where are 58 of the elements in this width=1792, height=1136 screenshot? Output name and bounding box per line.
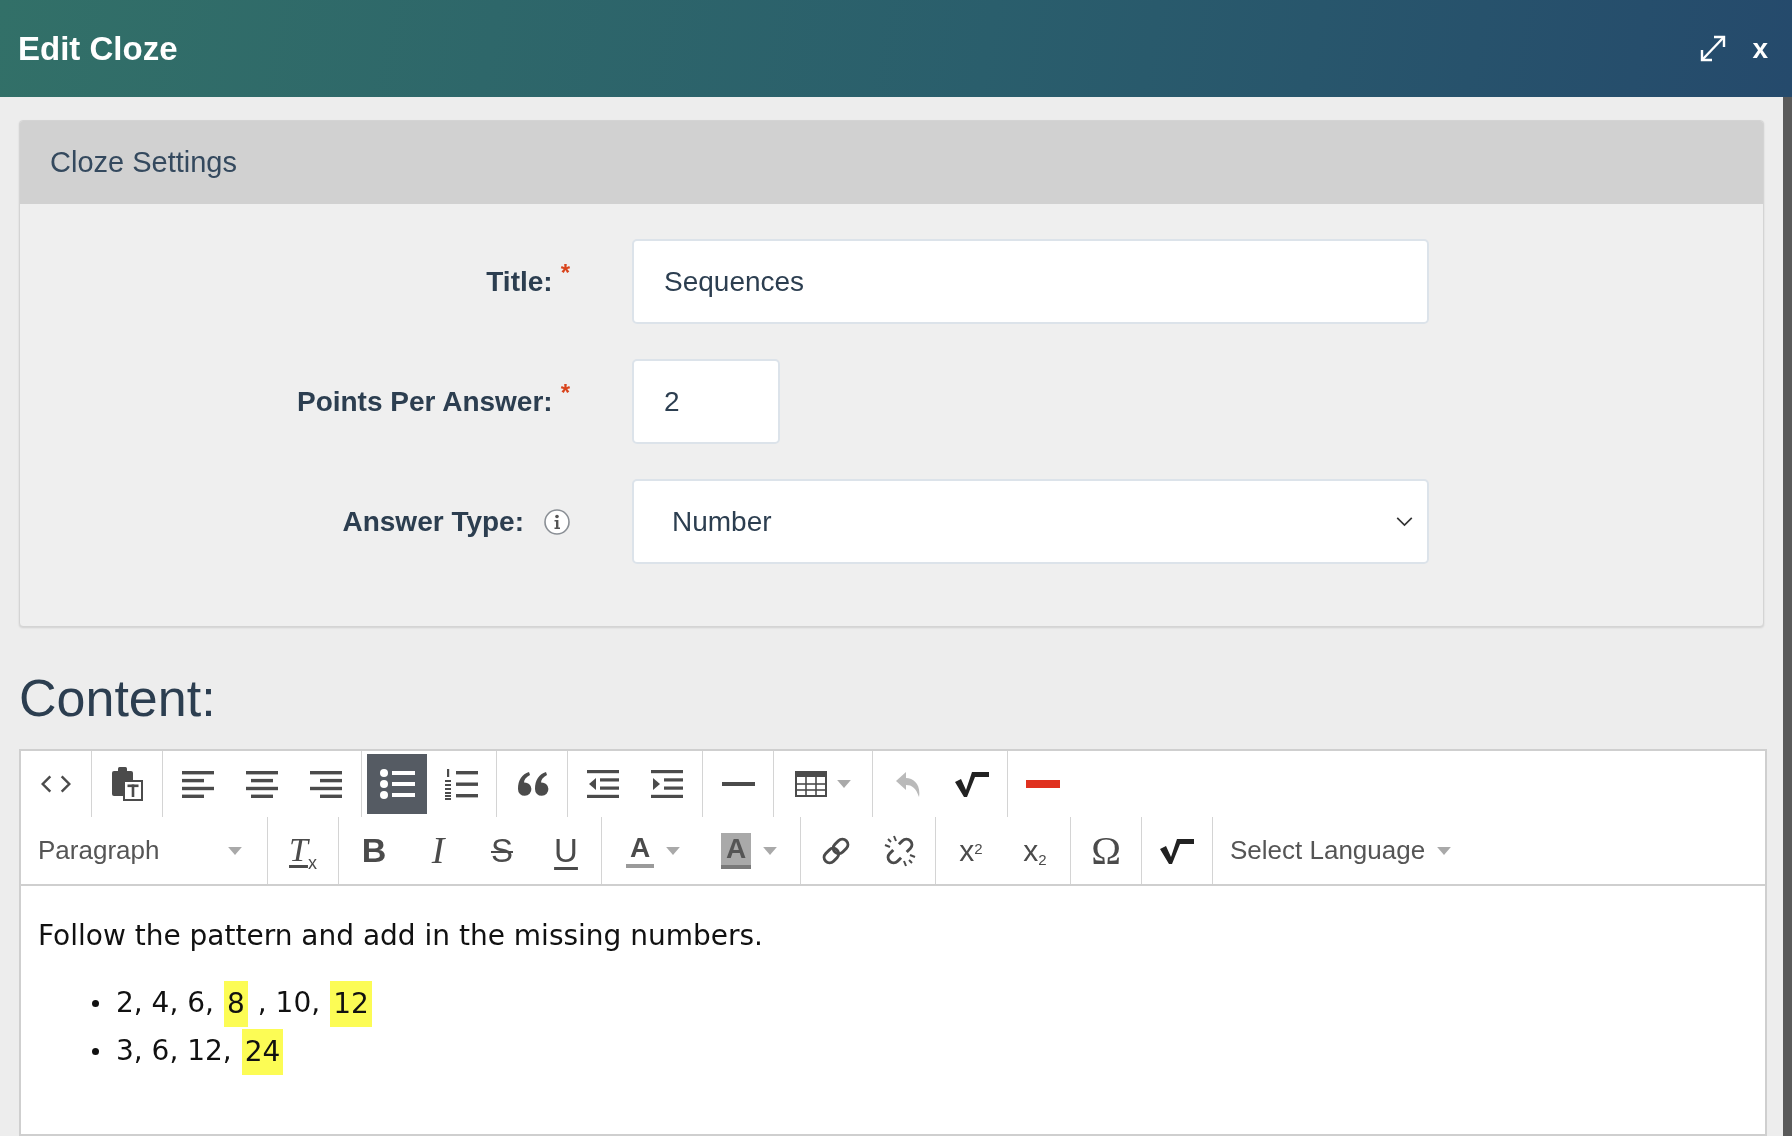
strikethrough-button[interactable]: S — [472, 820, 532, 881]
bullet-icon — [92, 1000, 99, 1008]
bullet-icon — [92, 1048, 99, 1056]
subscript-button[interactable]: x$_{2}$ — [1005, 820, 1065, 881]
caret-icon — [666, 846, 681, 855]
undo-icon — [895, 771, 921, 798]
info-icon[interactable] — [544, 508, 570, 535]
align-right-icon — [310, 770, 342, 798]
number-input[interactable]: 2 — [632, 359, 780, 444]
unlink-icon — [884, 834, 916, 867]
superscript-button[interactable]: x$^{2}$ — [941, 820, 1001, 881]
minus-icon — [1026, 780, 1060, 789]
panel-title: Cloze Settings — [50, 145, 237, 180]
sequence-text: 2, 4, 6, — [116, 985, 214, 1022]
required-mark: * — [560, 380, 570, 405]
align-left-icon — [182, 770, 214, 798]
dialog-title: Edit Cloze — [18, 28, 178, 69]
italic-button[interactable]: I — [408, 820, 468, 881]
expand-icon[interactable] — [1700, 35, 1727, 62]
required-mark: * — [560, 260, 570, 285]
clear-formatting-button[interactable]: T$_{x}$ — [273, 820, 333, 881]
close-button[interactable]: x — [1750, 34, 1770, 63]
answer-blank: 8 — [223, 980, 248, 1027]
paragraph-format-dropdown[interactable]: Paragraph — [24, 820, 264, 881]
numbered-list-icon — [444, 768, 478, 800]
answer-blank: 24 — [241, 1028, 284, 1075]
square-root-icon — [955, 771, 989, 798]
field-label: Points Per Answer: — [296, 384, 553, 419]
answer-blank: 12 — [330, 980, 372, 1027]
underline-button[interactable]: U — [536, 820, 596, 881]
align-center-icon — [246, 770, 278, 798]
caret-icon — [228, 846, 242, 855]
field-label: Title: — [486, 264, 553, 299]
instruction-text: Follow the pattern and add in the missing numbers. — [38, 918, 765, 955]
caret-icon — [1437, 846, 1452, 855]
clipboard-icon — [111, 767, 143, 802]
dropdown[interactable]: Number — [632, 479, 1429, 564]
language-dropdown[interactable]: Select Language — [1216, 820, 1474, 881]
bold-button[interactable]: B — [344, 820, 404, 881]
text-input[interactable]: Sequences — [632, 239, 1429, 324]
sequence-text: 3, 6, 12, — [116, 1033, 232, 1070]
code-icon — [41, 775, 71, 794]
field-label: Answer Type: — [342, 504, 524, 539]
special-character-button[interactable]: Ω — [1076, 820, 1136, 881]
bulleted-list-button[interactable] — [367, 754, 427, 815]
outdent-icon — [587, 770, 619, 799]
caret-icon — [763, 846, 778, 855]
table-icon — [795, 771, 827, 798]
chevron-down-icon — [1396, 516, 1413, 527]
square-root-icon — [1160, 837, 1194, 864]
sequence-text: , 10, — [257, 985, 321, 1022]
quote-icon — [515, 772, 549, 797]
scrollbar[interactable] — [1783, 97, 1792, 1136]
bulleted-list-icon — [379, 769, 415, 800]
indent-icon — [651, 770, 683, 799]
text-color-button[interactable]: A — [607, 820, 699, 881]
caret-icon — [837, 780, 851, 789]
section-heading: Content: — [19, 668, 217, 729]
